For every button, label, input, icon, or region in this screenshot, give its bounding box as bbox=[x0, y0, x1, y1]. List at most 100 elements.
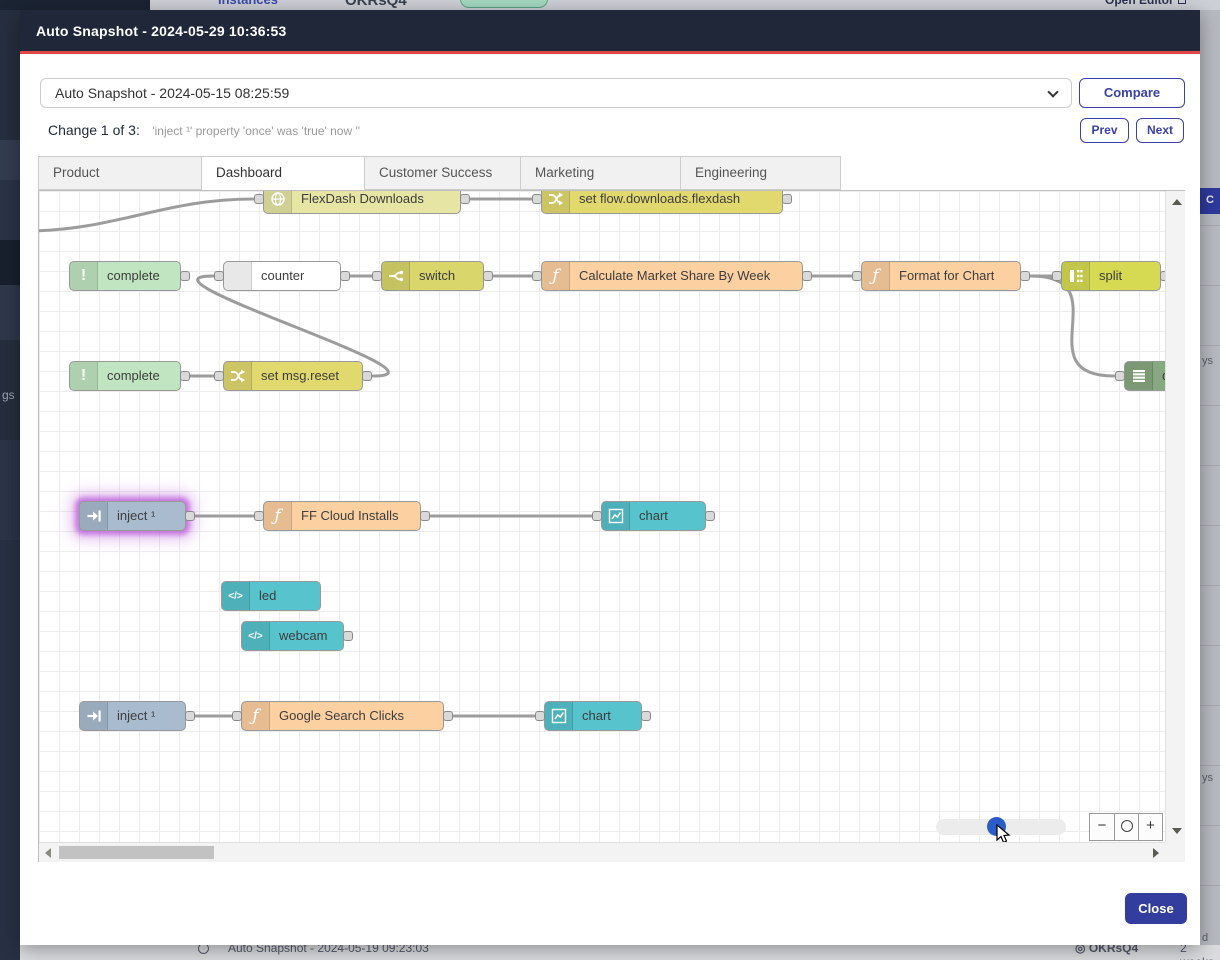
input-port[interactable] bbox=[214, 271, 224, 281]
tab-customer-success[interactable]: Customer Success bbox=[365, 156, 521, 190]
input-port[interactable] bbox=[372, 271, 382, 281]
tab-dashboard[interactable]: Dashboard bbox=[202, 156, 365, 190]
close-button[interactable]: Close bbox=[1125, 893, 1187, 924]
function-icon: ƒ bbox=[862, 262, 890, 290]
flow-node-complete2[interactable]: !complete bbox=[69, 361, 181, 391]
flow-node-setflow[interactable]: set flow.downloads.flexdash bbox=[541, 191, 783, 214]
node-label: counter bbox=[252, 262, 304, 290]
flow-node-split[interactable]: split bbox=[1061, 261, 1161, 291]
flow-node-debug[interactable]: debug bbox=[1124, 361, 1165, 391]
input-port[interactable] bbox=[535, 711, 545, 721]
output-port[interactable] bbox=[343, 631, 353, 641]
input-port[interactable] bbox=[254, 194, 264, 204]
tab-marketing[interactable]: Marketing bbox=[521, 156, 681, 190]
function-icon: ƒ bbox=[242, 702, 270, 730]
scroll-up-arrow[interactable] bbox=[1172, 199, 1182, 205]
flow-node-inject2[interactable]: inject ¹ bbox=[79, 701, 186, 731]
zoom-reset-button[interactable] bbox=[1114, 814, 1138, 840]
tab-engineering[interactable]: Engineering bbox=[681, 156, 841, 190]
flow-node-google[interactable]: ƒGoogle Search Clicks bbox=[241, 701, 444, 731]
input-port[interactable] bbox=[532, 194, 542, 204]
shuffle-icon bbox=[542, 191, 570, 213]
sidebar-label-fragment: gs bbox=[2, 388, 15, 402]
node-label: inject ¹ bbox=[108, 702, 155, 730]
output-port[interactable] bbox=[1160, 271, 1165, 281]
code-icon: </> bbox=[242, 622, 270, 650]
snapshot-select[interactable]: Auto Snapshot - 2024-05-15 08:25:59 bbox=[40, 78, 1072, 108]
zoom-in-button[interactable]: + bbox=[1138, 814, 1162, 840]
input-port[interactable] bbox=[1115, 371, 1125, 381]
prev-button[interactable]: Prev bbox=[1080, 118, 1129, 143]
compare-button[interactable]: Compare bbox=[1079, 78, 1185, 108]
output-port[interactable] bbox=[802, 271, 812, 281]
output-port[interactable] bbox=[362, 371, 372, 381]
flow-node-setreset[interactable]: set msg.reset bbox=[223, 361, 363, 391]
snapshot-select-value: Auto Snapshot - 2024-05-15 08:25:59 bbox=[55, 85, 289, 101]
zoom-out-button[interactable]: − bbox=[1090, 814, 1114, 840]
background-bottom-row: Auto Snapshot - 2024-05-19 09:23:03 ◎ OK… bbox=[20, 945, 1220, 960]
output-port[interactable] bbox=[420, 511, 430, 521]
flow-node-chart2[interactable]: chart bbox=[544, 701, 642, 731]
scroll-down-arrow[interactable] bbox=[1172, 828, 1182, 834]
change-counter-label: Change 1 of 3: bbox=[48, 122, 140, 138]
flow-canvas[interactable]: − + FlexDash Downloads set flow.downloads… bbox=[39, 191, 1165, 842]
flow-canvas-wrap: − + FlexDash Downloads set flow.downloads… bbox=[38, 190, 1185, 862]
node-label: switch bbox=[410, 262, 455, 290]
chart-icon bbox=[602, 502, 630, 530]
output-port[interactable] bbox=[782, 194, 792, 204]
wire bbox=[1031, 276, 1114, 376]
flow-node-flexdash[interactable]: FlexDash Downloads bbox=[263, 191, 461, 214]
output-port[interactable] bbox=[443, 711, 453, 721]
node-label: set msg.reset bbox=[252, 362, 339, 390]
output-port[interactable] bbox=[460, 194, 470, 204]
output-port[interactable] bbox=[705, 511, 715, 521]
dialog-title: Auto Snapshot - 2024-05-29 10:36:53 bbox=[36, 23, 287, 39]
scrollbar-corner bbox=[1165, 842, 1185, 862]
input-port[interactable] bbox=[254, 511, 264, 521]
background-sidebar-corner bbox=[0, 0, 150, 10]
input-port[interactable] bbox=[592, 511, 602, 521]
node-label: Google Search Clicks bbox=[270, 702, 404, 730]
flow-node-webcam[interactable]: </>webcam bbox=[241, 621, 344, 651]
screen: Instances OKRsQ4 Dashboard Open Editor g… bbox=[0, 0, 1220, 960]
flow-node-switch[interactable]: switch bbox=[381, 261, 484, 291]
horizontal-scrollbar-thumb[interactable] bbox=[59, 846, 214, 859]
next-button[interactable]: Next bbox=[1136, 118, 1184, 143]
output-port[interactable] bbox=[180, 271, 190, 281]
scroll-left-arrow[interactable] bbox=[45, 848, 51, 858]
flow-node-chart1[interactable]: chart bbox=[601, 501, 706, 531]
flow-node-led[interactable]: </>led bbox=[221, 581, 321, 611]
input-port[interactable] bbox=[532, 271, 542, 281]
blank-icon bbox=[224, 262, 252, 290]
output-port[interactable] bbox=[185, 711, 195, 721]
output-port[interactable] bbox=[180, 371, 190, 381]
horizontal-scrollbar[interactable] bbox=[39, 842, 1165, 862]
output-port[interactable] bbox=[340, 271, 350, 281]
input-port[interactable] bbox=[214, 371, 224, 381]
output-port[interactable] bbox=[1020, 271, 1030, 281]
flow-node-format[interactable]: ƒFormat for Chart bbox=[861, 261, 1021, 291]
vertical-scrollbar[interactable] bbox=[1165, 191, 1185, 842]
background-project-name: ◎ OKRsQ4 bbox=[1075, 945, 1138, 955]
flow-node-counter[interactable]: counter bbox=[223, 261, 341, 291]
flow-node-calc[interactable]: ƒCalculate Market Share By Week bbox=[541, 261, 803, 291]
node-label: led bbox=[250, 582, 276, 610]
background-duration-fragment: 2 weeks 4 d bbox=[1180, 945, 1220, 960]
output-port[interactable] bbox=[185, 511, 195, 521]
node-label: webcam bbox=[270, 622, 327, 650]
exclamation-icon: ! bbox=[70, 262, 98, 290]
scroll-right-arrow[interactable] bbox=[1153, 848, 1159, 858]
input-port[interactable] bbox=[232, 711, 242, 721]
node-label: split bbox=[1090, 262, 1122, 290]
function-icon: ƒ bbox=[542, 262, 570, 290]
node-label: chart bbox=[630, 502, 668, 530]
tab-product[interactable]: Product bbox=[38, 156, 202, 190]
input-port[interactable] bbox=[1052, 271, 1062, 281]
input-port[interactable] bbox=[852, 271, 862, 281]
flow-node-inject1[interactable]: inject ¹ bbox=[79, 501, 186, 531]
output-port[interactable] bbox=[641, 711, 651, 721]
flow-node-ffcloud[interactable]: ƒFF Cloud Installs bbox=[263, 501, 421, 531]
dialog-header: Auto Snapshot - 2024-05-29 10:36:53 bbox=[20, 10, 1200, 54]
output-port[interactable] bbox=[483, 271, 493, 281]
flow-node-complete1[interactable]: !complete bbox=[69, 261, 181, 291]
